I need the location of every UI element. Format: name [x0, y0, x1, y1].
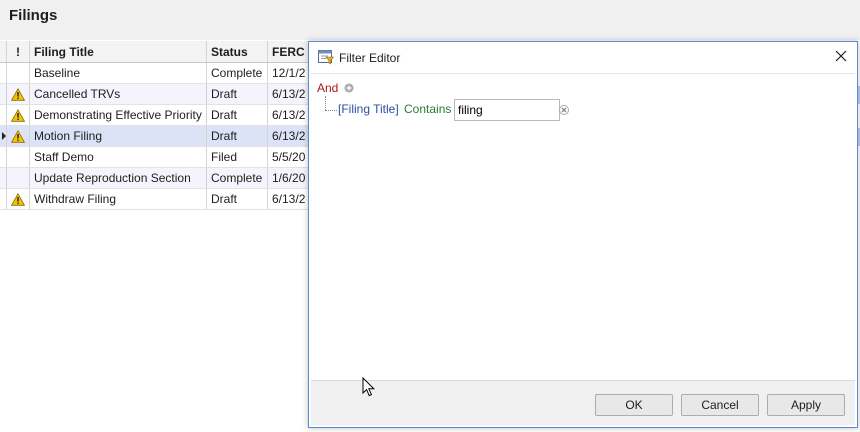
dialog-footer: OK Cancel Apply [311, 380, 855, 425]
status-cell[interactable]: Draft [206, 125, 268, 147]
row-indicator-header [0, 41, 7, 63]
column-header-title[interactable]: Filing Title [29, 41, 207, 63]
column-header-warning[interactable]: ! [6, 41, 30, 63]
condition-operator[interactable]: Contains [404, 102, 451, 116]
dialog-title: Filter Editor [339, 51, 401, 65]
warning-triangle-icon [11, 130, 25, 143]
warning-cell [6, 125, 30, 147]
filing-title-cell[interactable]: Demonstrating Effective Priority [29, 104, 207, 126]
filing-title-cell[interactable]: Update Reproduction Section [29, 167, 207, 189]
tree-connector-vertical [325, 96, 326, 110]
ok-button[interactable]: OK [595, 394, 673, 416]
warning-cell [6, 83, 30, 105]
row-indicator [0, 62, 7, 84]
status-cell[interactable]: Draft [206, 188, 268, 210]
status-cell[interactable]: Draft [206, 83, 268, 105]
row-indicator [0, 104, 7, 126]
filter-tree-area: And [Filing Title] Contains [311, 73, 855, 383]
filter-editor-dialog: Filter Editor And [Filing Title] Contain… [308, 41, 858, 428]
warning-cell [6, 146, 30, 168]
remove-circle-icon[interactable] [559, 105, 569, 115]
warning-triangle-icon [11, 109, 25, 122]
status-cell[interactable]: Filed [206, 146, 268, 168]
row-indicator [0, 146, 7, 168]
dialog-titlebar[interactable]: Filter Editor [309, 42, 857, 72]
status-cell[interactable]: Complete [206, 167, 268, 189]
column-header-status[interactable]: Status [206, 41, 268, 63]
filing-title-cell[interactable]: Cancelled TRVs [29, 83, 207, 105]
warning-cell [6, 62, 30, 84]
page-title: Filings [9, 7, 58, 24]
filing-title-cell[interactable]: Withdraw Filing [29, 188, 207, 210]
row-indicator [0, 188, 7, 210]
warning-cell [6, 167, 30, 189]
warning-triangle-icon [11, 88, 25, 101]
filing-title-cell[interactable]: Baseline [29, 62, 207, 84]
filter-editor-icon [318, 50, 334, 65]
tree-connector-horizontal [325, 110, 337, 111]
condition-field[interactable]: [Filing Title] [338, 102, 399, 116]
condition-value-input[interactable] [454, 99, 560, 121]
close-icon[interactable] [833, 48, 849, 64]
filing-title-cell[interactable]: Motion Filing [29, 125, 207, 147]
cancel-button[interactable]: Cancel [681, 394, 759, 416]
group-operator[interactable]: And [317, 81, 338, 95]
add-circle-icon[interactable] [344, 83, 354, 93]
apply-button[interactable]: Apply [767, 394, 845, 416]
warning-cell [6, 188, 30, 210]
status-cell[interactable]: Draft [206, 104, 268, 126]
current-row-arrow-icon [2, 132, 6, 140]
warning-triangle-icon [11, 193, 25, 206]
row-indicator [0, 83, 7, 105]
filing-title-cell[interactable]: Staff Demo [29, 146, 207, 168]
status-cell[interactable]: Complete [206, 62, 268, 84]
row-indicator [0, 125, 7, 147]
warning-cell [6, 104, 30, 126]
mouse-pointer-icon [362, 377, 376, 397]
row-indicator [0, 167, 7, 189]
header-band: Filings [0, 0, 860, 40]
